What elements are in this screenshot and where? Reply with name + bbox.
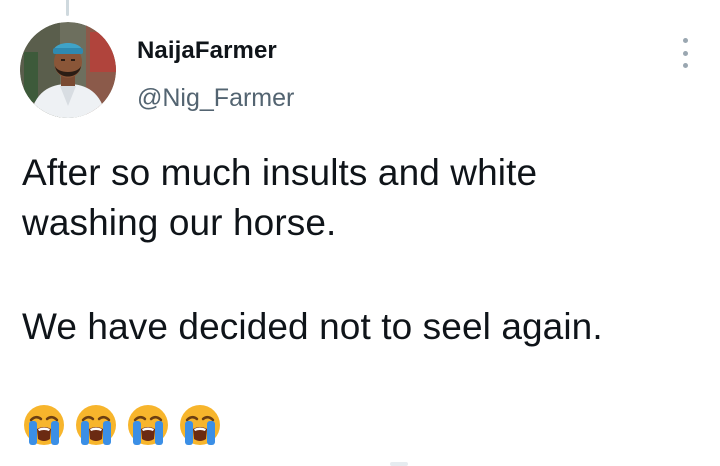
loudly-crying-face-icon bbox=[128, 405, 168, 445]
scroll-hint bbox=[390, 462, 408, 466]
more-vertical-icon[interactable] bbox=[674, 38, 696, 68]
tweet-line: We have decided not to seel again. bbox=[22, 306, 603, 347]
menu-dot bbox=[682, 50, 688, 56]
user-handle[interactable]: @Nig_Farmer bbox=[137, 84, 294, 113]
thread-connector-line bbox=[66, 0, 69, 16]
menu-dot bbox=[682, 63, 688, 68]
menu-dot bbox=[682, 38, 688, 43]
emoji-row bbox=[22, 403, 222, 447]
loudly-crying-face-icon bbox=[180, 405, 220, 445]
tweet-text: After so much insults and white washing … bbox=[22, 148, 702, 352]
tweet-line: washing our horse. bbox=[22, 202, 337, 243]
loudly-crying-face-icon bbox=[24, 405, 64, 445]
avatar[interactable] bbox=[20, 22, 116, 118]
loudly-crying-face-icon bbox=[76, 405, 116, 445]
display-name[interactable]: NaijaFarmer bbox=[137, 37, 277, 65]
tweet-line: After so much insults and white bbox=[22, 152, 538, 193]
